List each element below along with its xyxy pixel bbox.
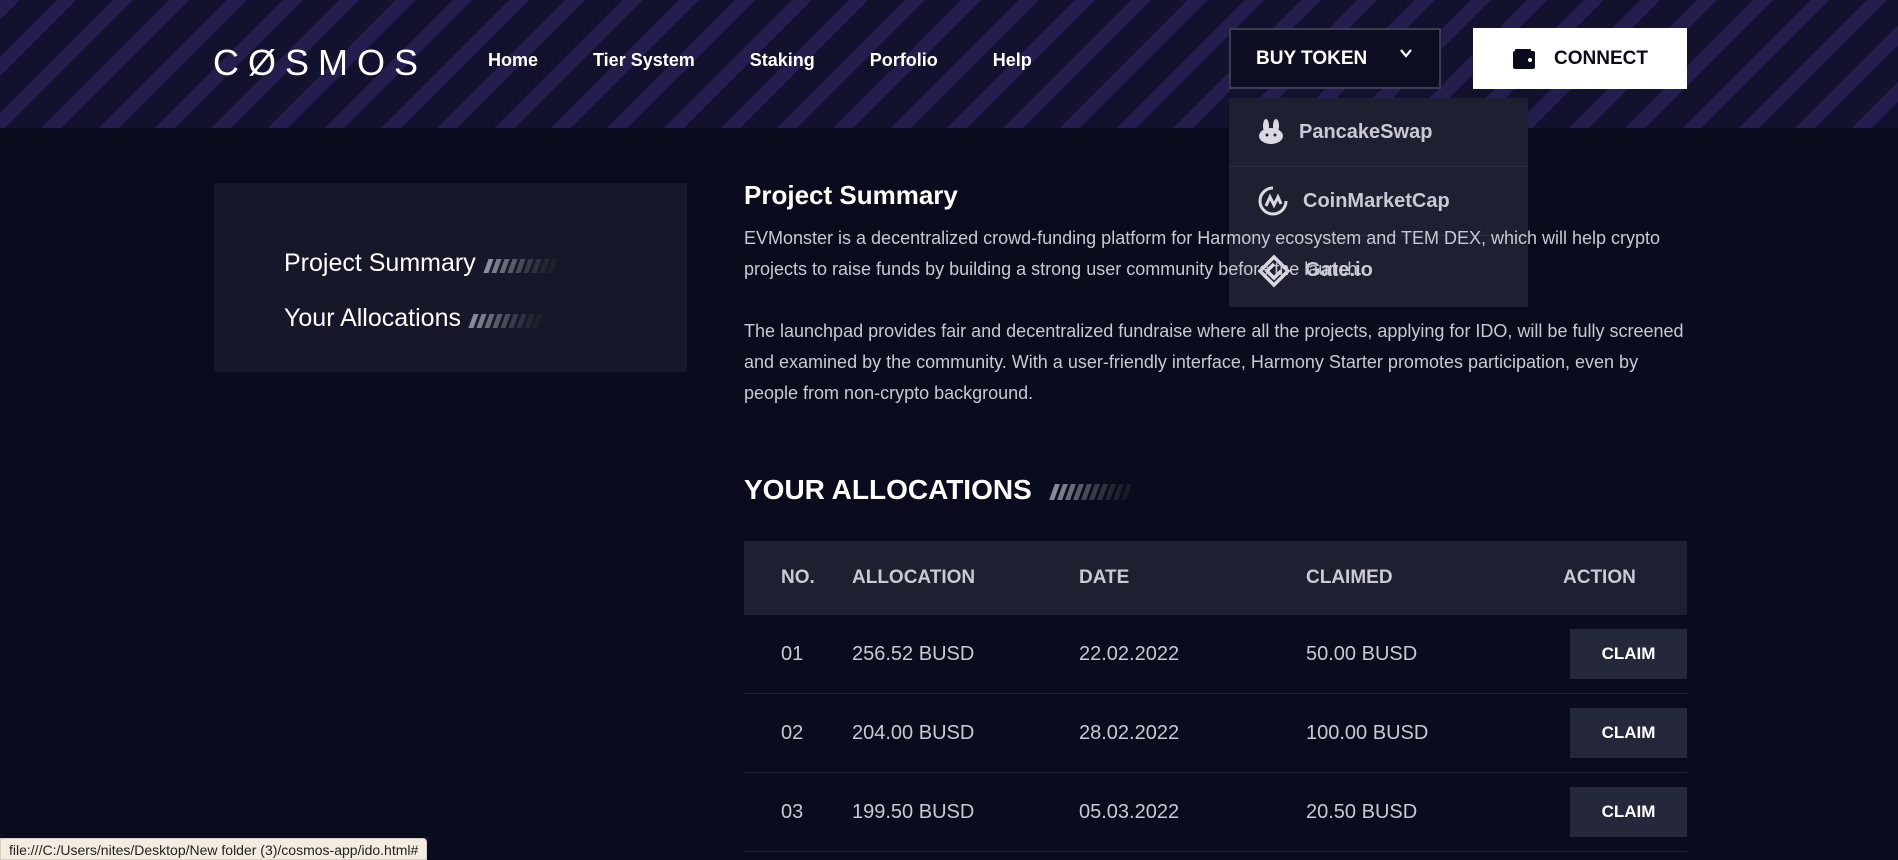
allocations-heading: YOUR ALLOCATIONS xyxy=(744,474,1132,506)
allocations-title: YOUR ALLOCATIONS xyxy=(744,474,1032,505)
cell-allocation: 204.00 BUSD xyxy=(852,721,975,744)
claim-button[interactable]: CLAIM xyxy=(1570,708,1687,758)
sidebar-item-your-allocations[interactable]: Your Allocations xyxy=(284,304,543,333)
cell-action: CLAIM xyxy=(1537,629,1687,679)
sidebar-item-project-summary[interactable]: Project Summary xyxy=(284,249,558,278)
table-row: 03 199.50 BUSD 05.03.2022 20.50 BUSD CLA… xyxy=(744,773,1687,852)
cell-action: CLAIM xyxy=(1537,708,1687,758)
allocations-table: NO. ALLOCATION DATE CLAIMED ACTION 01 25… xyxy=(744,541,1687,852)
cell-no: 03 xyxy=(781,800,804,823)
cell-claimed: 100.00 BUSD xyxy=(1306,721,1429,744)
claim-button[interactable]: CLAIM xyxy=(1570,787,1687,837)
cell-no: 01 xyxy=(781,642,804,665)
stripes-decoration xyxy=(483,258,558,273)
wallet-icon xyxy=(1513,48,1536,69)
cell-no: 02 xyxy=(781,721,804,744)
claim-button[interactable]: CLAIM xyxy=(1570,629,1687,679)
cell-claimed: 20.50 BUSD xyxy=(1306,800,1418,823)
page-title: Project Summary xyxy=(744,180,958,210)
project-summary-section: Project Summary EVMonster is a decentral… xyxy=(744,180,1687,409)
buy-token-label: BUY TOKEN xyxy=(1256,47,1368,69)
nav-staking[interactable]: Staking xyxy=(750,50,815,71)
sidebar-item-label: Project Summary xyxy=(284,249,476,277)
stripes-decoration xyxy=(1048,484,1132,500)
cell-date: 28.02.2022 xyxy=(1079,721,1180,744)
cell-action: CLAIM xyxy=(1537,787,1687,837)
nav-help[interactable]: Help xyxy=(993,50,1032,71)
table-row: 01 256.52 BUSD 22.02.2022 50.00 BUSD CLA… xyxy=(744,615,1687,694)
column-header: CLAIMED xyxy=(1306,567,1393,588)
pancakeswap-icon xyxy=(1259,119,1283,144)
column-header: ALLOCATION xyxy=(852,567,976,588)
nav-tier-system[interactable]: Tier System xyxy=(593,50,695,71)
summary-paragraph-1: EVMonster is a decentralized crowd-fundi… xyxy=(744,228,1661,279)
column-header: NO. xyxy=(781,567,815,588)
cosmos-logo[interactable]: CØSMOS xyxy=(213,42,427,83)
summary-paragraph-2: The launchpad provides fair and decentra… xyxy=(744,321,1684,403)
column-header: ACTION xyxy=(1563,567,1636,588)
browser-status-bar: file:///C:/Users/nites/Desktop/New folde… xyxy=(0,838,428,860)
top-header: CØSMOS Home Tier System Staking Porfolio… xyxy=(0,0,1898,128)
table-header: NO. ALLOCATION DATE CLAIMED ACTION xyxy=(744,541,1687,615)
main-nav: Home Tier System Staking Porfolio Help xyxy=(488,50,1032,71)
cell-allocation: 199.50 BUSD xyxy=(852,800,975,823)
cell-claimed: 50.00 BUSD xyxy=(1306,642,1418,665)
nav-portfolio[interactable]: Porfolio xyxy=(870,50,938,71)
cell-allocation: 256.52 BUSD xyxy=(852,642,975,665)
dropdown-item-pancakeswap[interactable]: PancakeSwap xyxy=(1229,98,1528,167)
dropdown-item-label: PancakeSwap xyxy=(1299,120,1433,143)
sidebar-panel: Project Summary Your Allocations xyxy=(214,183,687,372)
stripes-decoration xyxy=(468,313,543,328)
connect-wallet-button[interactable]: CONNECT xyxy=(1473,28,1687,89)
connect-label: CONNECT xyxy=(1554,47,1648,69)
sidebar-item-label: Your Allocations xyxy=(284,304,461,332)
buy-token-button[interactable]: BUY TOKEN xyxy=(1229,28,1441,89)
column-header: DATE xyxy=(1079,567,1130,588)
chevron-down-icon xyxy=(1400,49,1412,58)
cell-date: 05.03.2022 xyxy=(1079,800,1180,823)
table-row: 02 204.00 BUSD 28.02.2022 100.00 BUSD CL… xyxy=(744,694,1687,773)
cell-date: 22.02.2022 xyxy=(1079,642,1180,665)
nav-home[interactable]: Home xyxy=(488,50,538,71)
